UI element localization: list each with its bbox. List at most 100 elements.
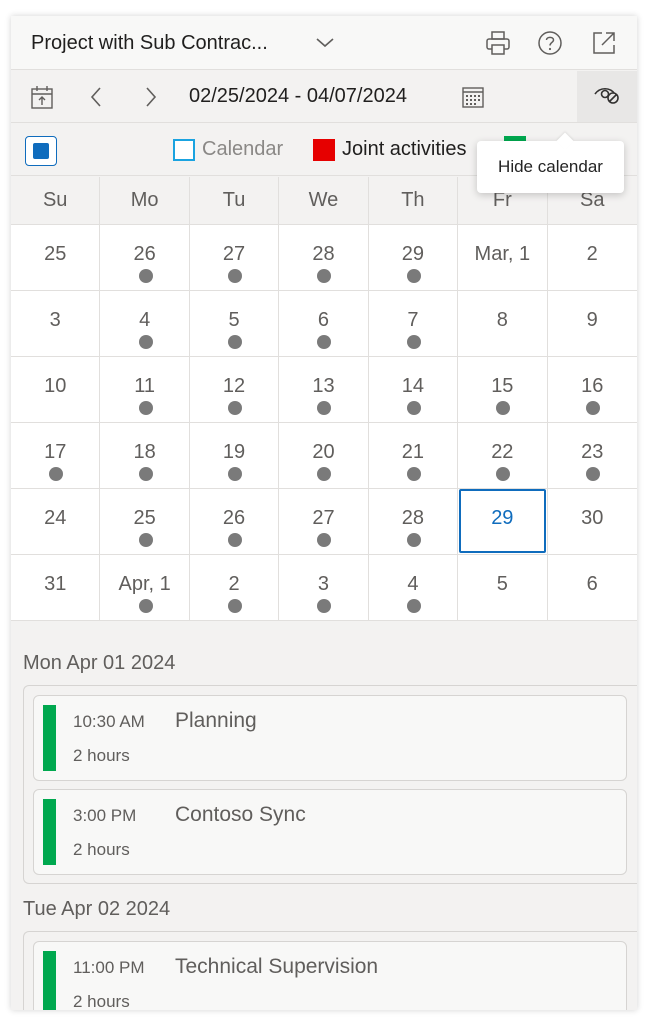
event-card[interactable]: 3:00 PM Contoso Sync 2 hours	[33, 789, 627, 875]
calendar-day[interactable]: 24	[11, 489, 101, 554]
agenda-list: Mon Apr 01 2024 10:30 AM Planning 2 hour…	[11, 638, 637, 1010]
calendar-day[interactable]: 26	[100, 225, 190, 290]
day-number: 27	[222, 243, 246, 265]
calendar-today-icon[interactable]	[25, 81, 59, 113]
day-number: 17	[44, 441, 67, 463]
event-name: Technical Supervision	[175, 955, 379, 978]
calendar-day[interactable]: 23	[547, 423, 637, 488]
event-color-bar	[43, 705, 56, 771]
calendar-day[interactable]: 22	[458, 423, 548, 488]
calendar-day[interactable]: 25	[11, 225, 101, 290]
calendar-day[interactable]: 26	[189, 489, 280, 554]
calendar-day[interactable]: 3	[11, 291, 101, 356]
date-toolbar: 02/25/2024 - 04/07/2024	[11, 71, 637, 123]
calendar-day[interactable]: 25	[100, 489, 190, 554]
calendar-week-row: 25 26 27 28 29 Mar, 1 2	[11, 225, 637, 291]
calendar-day[interactable]: 5	[189, 291, 280, 356]
help-icon[interactable]	[535, 28, 565, 58]
calendar-day[interactable]: 27	[279, 489, 369, 554]
event-indicator-dot	[317, 533, 332, 547]
printer-icon[interactable]	[483, 28, 513, 58]
calendar-week-row: 10 11 12 13 14 15 16	[11, 357, 637, 423]
calendar-day[interactable]: 8	[458, 291, 548, 356]
calendar-day[interactable]: 10	[11, 357, 101, 422]
calendar-day[interactable]: 13	[279, 357, 369, 422]
popout-icon[interactable]	[589, 28, 619, 58]
calendar-day[interactable]: 6	[279, 291, 369, 356]
event-color-bar	[43, 799, 56, 865]
calendar-day[interactable]: 14	[368, 357, 459, 422]
calendar-day[interactable]: 28	[279, 225, 369, 290]
calendar-day[interactable]: 11	[100, 357, 190, 422]
legend-item-joint-activities[interactable]: Joint activities	[313, 138, 467, 161]
event-duration: 2 hours	[73, 746, 130, 765]
calendar-day[interactable]: 31	[11, 555, 101, 620]
calendar-day[interactable]: 7	[368, 291, 459, 356]
calendar-day[interactable]: 12	[189, 357, 280, 422]
calendar-day[interactable]: 17	[11, 423, 101, 488]
event-indicator-dot	[317, 335, 332, 349]
legend-label-calendar: Calendar	[202, 138, 284, 160]
calendar-day[interactable]: 5	[458, 555, 548, 620]
calendar-day[interactable]: Apr, 1	[100, 555, 190, 620]
legend-item-calendar[interactable]: Calendar	[173, 138, 283, 161]
calendar-day[interactable]: 19	[189, 423, 280, 488]
event-indicator-dot	[406, 467, 421, 481]
calendar-day[interactable]: 18	[100, 423, 190, 488]
calendar-day[interactable]: 2	[189, 555, 280, 620]
calendar-day[interactable]: 4	[100, 291, 190, 356]
calendar-day[interactable]: 29	[368, 225, 459, 290]
calendar-day[interactable]: 30	[547, 489, 637, 554]
day-number: 30	[581, 507, 604, 529]
calendar-day[interactable]: 15	[458, 357, 548, 422]
calendar-day[interactable]: 3	[279, 555, 369, 620]
event-indicator-dot	[138, 599, 153, 613]
calendar-day[interactable]: 16	[547, 357, 637, 422]
day-number: 10	[44, 375, 67, 397]
event-indicator-dot	[496, 467, 511, 481]
calendar-day[interactable]: 9	[547, 291, 637, 356]
calendar-day[interactable]: 2	[547, 225, 637, 290]
chevron-right-icon[interactable]	[133, 81, 167, 113]
calendar-day[interactable]: 6	[547, 555, 637, 620]
agenda-date-header: Tue Apr 02 2024	[23, 898, 171, 920]
calendar-day[interactable]: 27	[189, 225, 280, 290]
event-indicator-dot	[317, 401, 332, 415]
day-number: 24	[44, 507, 67, 529]
day-number: 9	[586, 309, 598, 331]
hide-calendar-button[interactable]	[577, 71, 637, 122]
chevron-down-icon[interactable]	[314, 34, 336, 52]
day-number: 14	[401, 375, 425, 397]
event-card[interactable]: 10:30 AM Planning 2 hours	[33, 695, 627, 781]
date-range-label[interactable]: 02/25/2024 - 04/07/2024	[189, 85, 407, 108]
day-number: 25	[44, 243, 67, 265]
day-number: 26	[133, 243, 156, 265]
calendar-week-row: 24 25 26 27 28 29 30	[11, 489, 637, 555]
weekday-label: Tu	[190, 177, 280, 224]
day-number: 2	[586, 243, 598, 265]
day-number: 31	[44, 573, 67, 595]
event-duration: 2 hours	[73, 840, 130, 859]
calendar-icon[interactable]	[456, 81, 490, 113]
calendar-day[interactable]: 28	[368, 489, 459, 554]
event-indicator-dot	[138, 401, 153, 415]
event-name: Contoso Sync	[175, 803, 306, 826]
day-number: 7	[407, 309, 419, 331]
event-card[interactable]: 11:00 PM Technical Supervision 2 hours	[33, 941, 627, 1010]
calendar-day[interactable]: 21	[368, 423, 459, 488]
day-number: 15	[491, 375, 514, 397]
agenda-day-group: 10:30 AM Planning 2 hours 3:00 PM Contos…	[23, 685, 637, 884]
legend-swatch-calendar	[173, 138, 195, 161]
event-indicator-dot	[406, 599, 421, 613]
calendar-day[interactable]: 20	[279, 423, 369, 488]
legend-toggle-button[interactable]	[25, 136, 57, 166]
project-title[interactable]: Project with Sub Contrac...	[31, 32, 268, 55]
event-indicator-dot	[228, 335, 243, 349]
weekday-label: Mo	[100, 177, 190, 224]
chevron-left-icon[interactable]	[80, 81, 114, 113]
calendar-day[interactable]: 4	[368, 555, 459, 620]
calendar-day-selected[interactable]: 29	[458, 489, 548, 554]
event-time: 3:00 PM	[73, 806, 137, 825]
calendar-day[interactable]: Mar, 1	[458, 225, 548, 290]
event-indicator-dot	[228, 599, 243, 613]
